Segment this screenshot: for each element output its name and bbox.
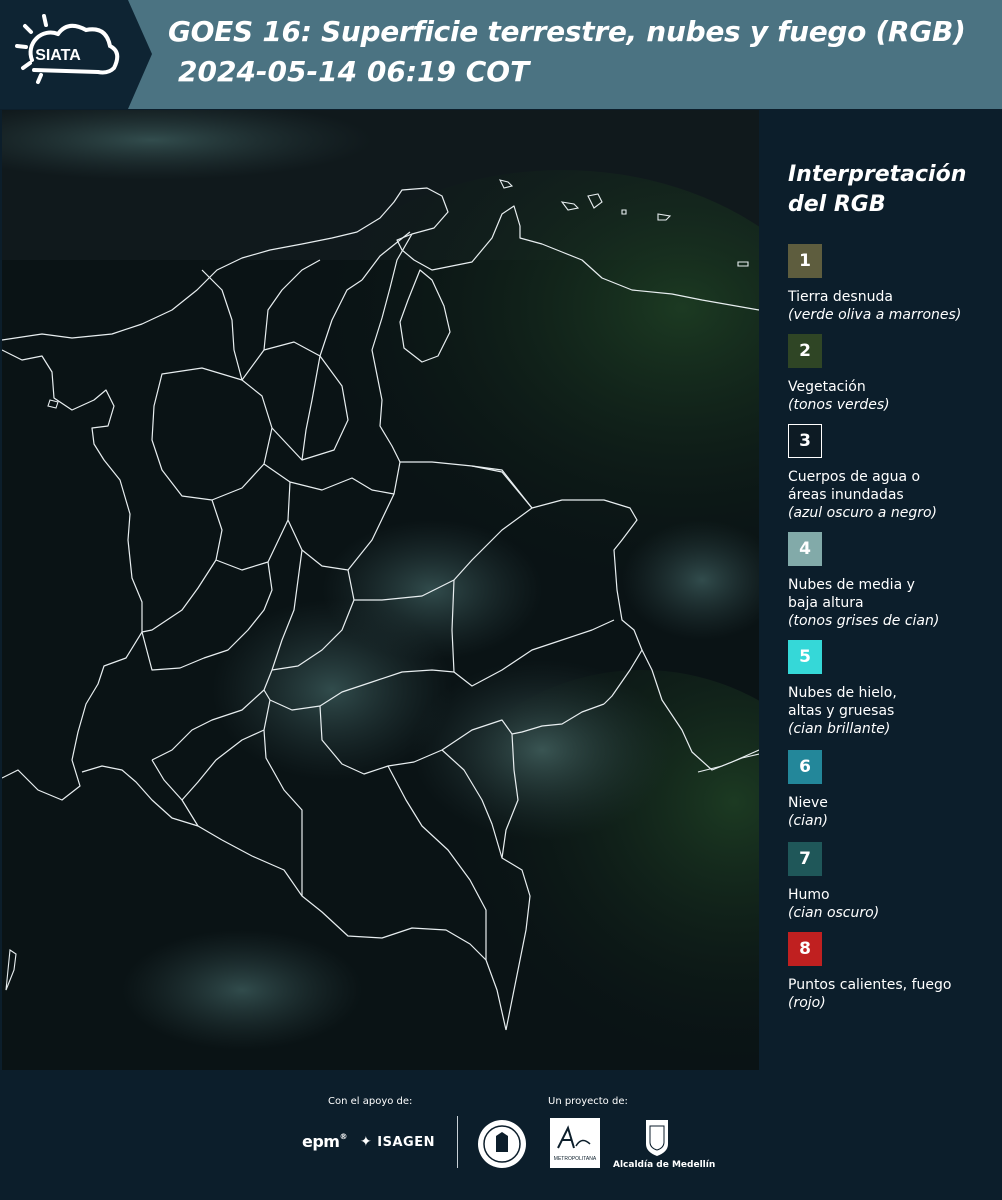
legend-label: Puntos calientes, fuego [788,977,952,993]
image-datetime: 2024-05-14 06:19 COT [178,55,530,88]
legend-sub: (rojo) [788,995,826,1011]
legend-swatch: 7 [788,842,822,876]
legend-label: Nubes de hielo, altas y gruesas [788,685,897,719]
project-label: Un proyecto de: [548,1096,628,1107]
support-label: Con el apoyo de: [328,1096,413,1107]
legend-sub: (azul oscuro a negro) [788,505,937,521]
legend-label: Cuerpos de agua o áreas inundadas [788,469,921,503]
legend-sub: (cian) [788,813,828,829]
alcaldia-label: Alcaldía de Medellín [613,1160,716,1170]
isagen-logo: ✦ ISAGEN [360,1134,435,1150]
legend-label: Humo [788,887,830,903]
legend-item-vegetation: 2 Vegetación (tonos verdes) [788,334,998,414]
legend-sub: (tonos verdes) [788,397,890,413]
legend-label: Vegetación [788,379,866,395]
header: SIATA GOES 16: Superficie terrestre, nub… [0,0,1002,109]
area-metropolitana-icon: METROPOLITANA [554,1125,597,1162]
siata-logo-icon: SIATA [15,14,120,84]
page-title: GOES 16: Superficie terrestre, nubes y f… [168,15,966,48]
legend-sub: (cian oscuro) [788,905,880,921]
legend-sub: (cian brillante) [788,721,891,737]
legend-swatch: 3 [788,424,822,458]
svg-text:SIATA: SIATA [35,47,81,64]
legend-swatch: 2 [788,334,822,368]
legend-label: Nieve [788,795,828,811]
legend-swatch: 6 [788,750,822,784]
legend-item-fire: 8 Puntos calientes, fuego (rojo) [788,932,998,1012]
legend-swatch: 1 [788,244,822,278]
epm-logo-text: epm [302,1132,340,1151]
satellite-map[interactable] [2,110,759,1070]
legend-item-water: 3 Cuerpos de agua o áreas inundadas (azu… [788,424,998,522]
legend-label: Nubes de media y baja altura [788,577,915,611]
epm-logo: epm® [302,1132,347,1151]
svg-text:METROPOLITANA: METROPOLITANA [554,1156,597,1162]
legend-item-ice-clouds: 5 Nubes de hielo, altas y gruesas (cian … [788,640,998,738]
legend-item-bare-soil: 1 Tierra desnuda (verde oliva a marrones… [788,244,998,324]
legend-swatch: 4 [788,532,822,566]
legend-swatch: 5 [788,640,822,674]
rgb-legend: Interpretación del RGB 1 Tierra desnuda … [760,110,1002,1070]
legend-label: Tierra desnuda [788,289,893,305]
footer: Con el apoyo de: Un proyecto de: epm® ✦ … [0,1070,1002,1200]
legend-item-smoke: 7 Humo (cian oscuro) [788,842,998,922]
legend-item-mid-low-clouds: 4 Nubes de media y baja altura (tonos gr… [788,532,998,630]
footer-divider [457,1116,458,1168]
map-svg [2,110,759,1070]
legend-item-snow: 6 Nieve (cian) [788,750,998,830]
legend-sub: (verde oliva a marrones) [788,307,962,323]
isagen-logo-text: ISAGEN [377,1135,435,1150]
area-metropolitana-logo: METROPOLITANA [550,1118,600,1168]
legend-swatch: 8 [788,932,822,966]
legend-sub: (tonos grises de cian) [788,613,940,629]
legend-title: Interpretación del RGB [788,162,967,217]
university-seal-icon [478,1120,526,1168]
